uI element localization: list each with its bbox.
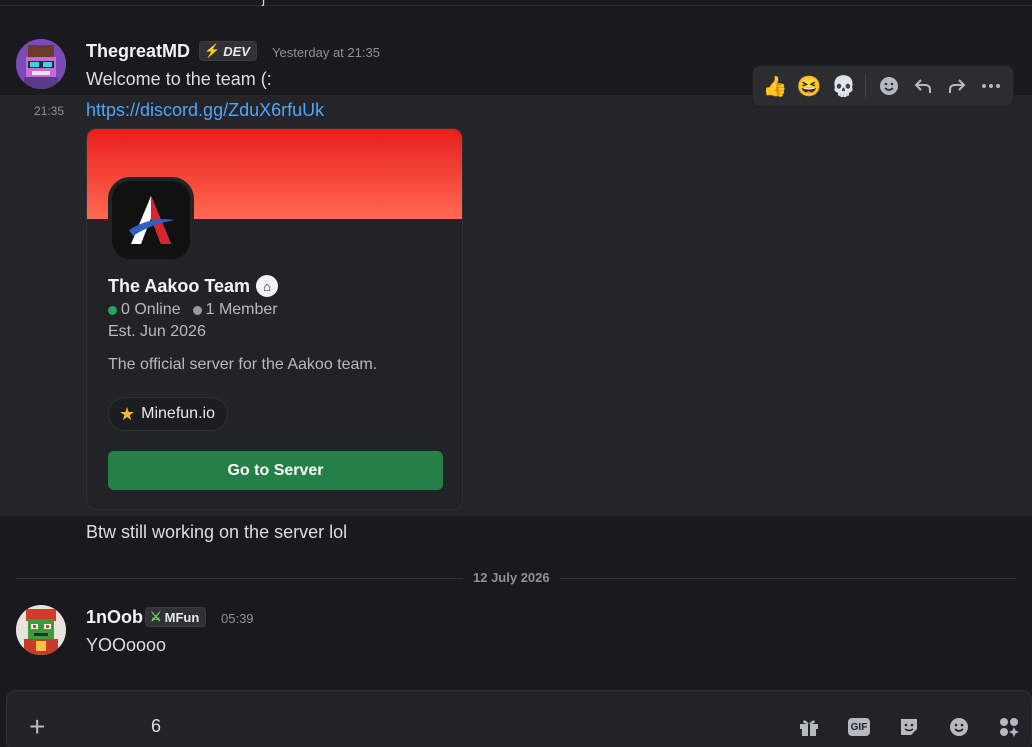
online-count: 0 Online	[121, 301, 181, 318]
message-timestamp[interactable]: 05:39	[221, 611, 254, 626]
role-badge[interactable]: ⚡ DEV	[199, 41, 257, 61]
message-text: Btw still working on the server lol	[86, 522, 348, 542]
emoji-icon[interactable]	[943, 711, 975, 743]
lightning-icon: ⚡	[204, 43, 221, 58]
star-icon: ★	[119, 403, 136, 424]
avatar[interactable]	[16, 605, 66, 655]
established-date: Est. Jun 2026	[108, 323, 206, 340]
role-badge[interactable]: ⚔ MFun	[145, 607, 207, 627]
message-text: Welcome to the team (:	[86, 69, 272, 89]
invite-link[interactable]: https://discord.gg/ZduX6rfuUk	[86, 100, 324, 121]
server-invite-card: The Aakoo Team ⌂ 0 Online 1 Member Est. …	[86, 128, 463, 510]
server-name: The Aakoo Team ⌂	[108, 275, 279, 297]
server-stats: 0 Online 1 Member	[108, 301, 278, 319]
attach-plus-icon[interactable]: +	[29, 713, 45, 741]
server-tag[interactable]: ★ Minefun.io	[108, 397, 228, 431]
message-input[interactable]: 6	[151, 716, 161, 737]
username[interactable]: ThegreatMD	[86, 41, 190, 62]
server-tag-label: Minefun.io	[141, 405, 215, 422]
forward-icon[interactable]	[941, 69, 973, 103]
server-name-label: The Aakoo Team	[108, 275, 251, 296]
skull-icon[interactable]: 💀	[827, 69, 859, 103]
member-dot-icon	[192, 305, 202, 315]
gif-icon[interactable]: GIF	[843, 711, 875, 743]
composer-actions: GIF	[793, 711, 1025, 743]
member-count: 1 Member	[205, 301, 278, 318]
go-to-server-button[interactable]: Go to Server	[108, 451, 443, 490]
more-icon[interactable]	[975, 69, 1007, 103]
previous-message-fragment: j	[262, 0, 265, 6]
sticker-icon[interactable]	[893, 711, 925, 743]
avatar[interactable]	[16, 39, 66, 89]
add-reaction-icon[interactable]	[872, 69, 904, 103]
online-dot-icon	[108, 305, 117, 315]
apps-icon[interactable]	[993, 711, 1025, 743]
message-timestamp[interactable]: Yesterday at 21:35	[272, 45, 380, 60]
server-icon[interactable]	[108, 177, 194, 263]
badge-label: MFun	[164, 609, 200, 625]
badge-label: DEV	[223, 43, 250, 59]
previous-message-edge: j	[0, 0, 1032, 6]
date-divider-label: 12 July 2026	[463, 570, 560, 585]
message-composer: + 6 GIF	[6, 690, 1032, 747]
message-text: YOOoooo	[86, 635, 167, 655]
username[interactable]: 1nOob	[86, 607, 143, 628]
gif-label: GIF	[848, 718, 870, 736]
thumbs-up-icon[interactable]: 👍	[759, 69, 791, 103]
sword-icon: ⚔	[150, 609, 162, 624]
message-action-toolbar: 👍 😆 💀	[752, 65, 1014, 107]
toolbar-separator	[865, 74, 867, 98]
grinning-squint-icon[interactable]: 😆	[793, 69, 825, 103]
reply-icon[interactable]	[907, 69, 939, 103]
server-description: The official server for the Aakoo team.	[108, 356, 378, 373]
message-side-timestamp: 21:35	[34, 104, 65, 118]
gift-icon[interactable]	[793, 711, 825, 743]
community-badge-icon: ⌂	[256, 275, 279, 297]
